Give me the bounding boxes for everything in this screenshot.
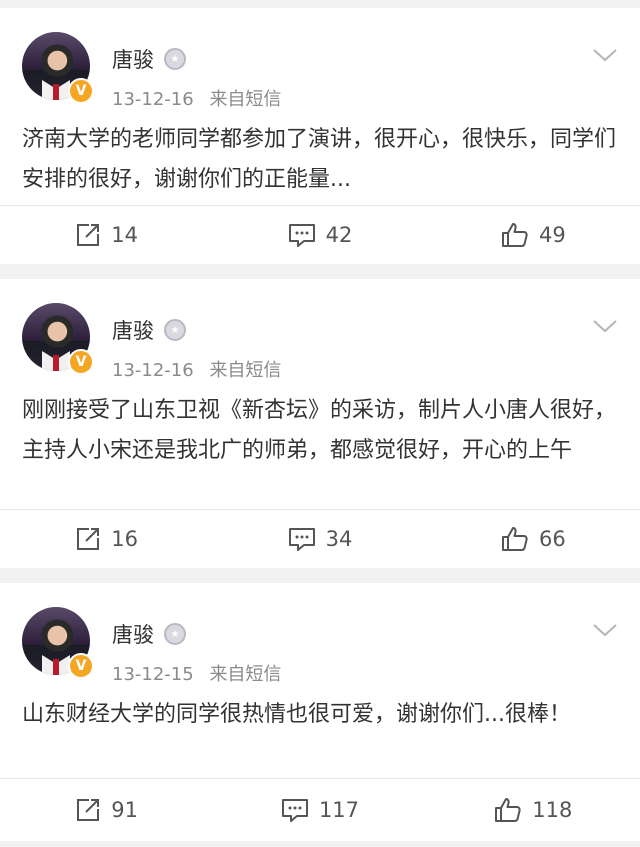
verified-badge-icon: V: [68, 349, 94, 375]
post-text[interactable]: 山东财经大学的同学很热情也很可爱，谢谢你们...很棒！: [22, 695, 620, 735]
verified-badge-icon: V: [68, 653, 94, 679]
post-card[interactable]: V 唐骏 ★ 13-12-16 来自短信 刚刚接受了山东卫视《新杏坛》的采访，制…: [0, 279, 640, 568]
post-date: 13-12-16: [112, 89, 194, 110]
comment-count: 117: [318, 798, 360, 822]
avatar[interactable]: V: [22, 303, 94, 375]
post-source: 来自短信: [209, 360, 282, 381]
repost-count: 91: [111, 798, 139, 822]
like-button[interactable]: 66: [427, 510, 640, 568]
post-meta: 13-12-15 来自短信: [112, 660, 281, 686]
repost-button[interactable]: 14: [0, 206, 213, 264]
repost-count: 14: [111, 223, 139, 247]
comment-button[interactable]: 117: [213, 779, 426, 841]
repost-count: 16: [111, 527, 139, 551]
comment-count: 34: [325, 527, 353, 551]
post-text[interactable]: 济南大学的老师同学都参加了演讲，很开心，很快乐，同学们安排的很好，谢谢你们的正能…: [22, 120, 620, 200]
medal-icon[interactable]: ★: [164, 319, 186, 341]
chevron-down-icon[interactable]: [592, 623, 618, 637]
comment-icon: [281, 799, 308, 822]
author-name[interactable]: 唐骏: [112, 44, 154, 74]
comment-icon: [288, 224, 315, 247]
comment-button[interactable]: 42: [213, 206, 426, 264]
repost-button[interactable]: 91: [0, 779, 213, 841]
repost-icon: [77, 799, 100, 821]
action-bar: 91 117 118: [0, 778, 640, 841]
author-name[interactable]: 唐骏: [112, 315, 154, 345]
like-icon: [501, 223, 528, 247]
post-source: 来自短信: [209, 89, 282, 110]
like-icon: [501, 527, 528, 551]
comment-button[interactable]: 34: [213, 510, 426, 568]
author-row: 唐骏 ★: [112, 619, 186, 649]
medal-icon[interactable]: ★: [164, 623, 186, 645]
verified-badge-icon: V: [68, 78, 94, 104]
repost-icon: [77, 528, 100, 550]
author-name[interactable]: 唐骏: [112, 619, 154, 649]
author-row: 唐骏 ★: [112, 315, 186, 345]
post-source: 来自短信: [209, 664, 282, 685]
post-date: 13-12-16: [112, 360, 194, 381]
post-date: 13-12-15: [112, 664, 194, 685]
comment-count: 42: [325, 223, 353, 247]
post-meta: 13-12-16 来自短信: [112, 85, 281, 111]
like-count: 49: [538, 223, 566, 247]
post-card[interactable]: V 唐骏 ★ 13-12-16 来自短信 济南大学的老师同学都参加了演讲，很开心…: [0, 8, 640, 264]
chevron-down-icon[interactable]: [592, 48, 618, 62]
post-meta: 13-12-16 来自短信: [112, 356, 281, 382]
avatar[interactable]: V: [22, 607, 94, 679]
action-bar: 14 42 49: [0, 205, 640, 264]
author-row: 唐骏 ★: [112, 44, 186, 74]
avatar[interactable]: V: [22, 32, 94, 104]
action-bar: 16 34 66: [0, 509, 640, 568]
medal-icon[interactable]: ★: [164, 48, 186, 70]
like-count: 118: [532, 798, 573, 822]
weibo-feed: V 唐骏 ★ 13-12-16 来自短信 济南大学的老师同学都参加了演讲，很开心…: [0, 0, 640, 841]
repost-icon: [77, 224, 100, 246]
chevron-down-icon[interactable]: [592, 319, 618, 333]
post-card[interactable]: V 唐骏 ★ 13-12-15 来自短信 山东财经大学的同学很热情也很可爱，谢谢…: [0, 583, 640, 841]
like-icon: [495, 798, 521, 822]
like-button[interactable]: 49: [427, 206, 640, 264]
comment-icon: [288, 528, 315, 551]
post-text[interactable]: 刚刚接受了山东卫视《新杏坛》的采访，制片人小唐人很好，主持人小宋还是我北广的师弟…: [22, 391, 620, 471]
like-count: 66: [538, 527, 566, 551]
like-button[interactable]: 118: [427, 779, 640, 841]
repost-button[interactable]: 16: [0, 510, 213, 568]
